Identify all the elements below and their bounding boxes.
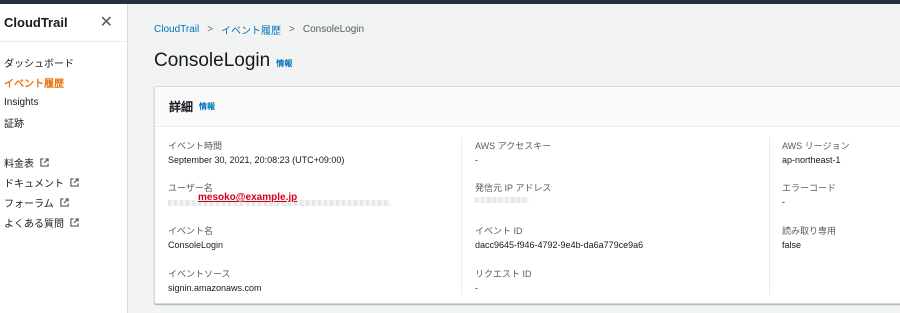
region-value: ap-northeast-1 [782, 155, 841, 165]
sidebar-header: CloudTrail ✕ [0, 4, 127, 42]
event-name-label: イベント名 [168, 226, 214, 236]
event-source-value: signin.amazonaws.com [168, 283, 262, 293]
event-source-label: イベントソース [168, 269, 231, 279]
sidebar-link-label: 料金表 [4, 158, 34, 170]
event-time-label: イベント時間 [168, 141, 223, 151]
source-ip-label: 発信元 IP アドレス [475, 183, 552, 193]
sidebar-item-event-history[interactable]: イベント履歴 [0, 72, 127, 92]
user-name-annotation: mesoko@example.jp [198, 192, 298, 203]
breadcrumb-link-event-history[interactable]: イベント履歴 [221, 22, 281, 37]
sidebar-link-faq[interactable]: よくある質問 [0, 212, 127, 232]
sidebar: CloudTrail ✕ ダッシュボード イベント履歴 Insights 証跡 … [0, 4, 128, 313]
sidebar-link-label: よくある質問 [4, 218, 64, 230]
event-time-value: September 30, 2021, 20:08:23 (UTC+09:00) [168, 155, 345, 165]
access-key-label: AWS アクセスキー [475, 141, 552, 151]
column-divider [461, 137, 462, 295]
external-link-icon [70, 177, 79, 187]
sidebar-title: CloudTrail [4, 15, 68, 30]
details-panel: 詳細 情報 イベント時間 September 30, 2021, 20:08:2… [154, 86, 900, 304]
request-id-value: - [475, 283, 478, 293]
region-label: AWS リージョン [782, 141, 850, 151]
error-code-value: - [782, 197, 785, 207]
sidebar-link-label: ドキュメント [4, 178, 64, 190]
page-info-link[interactable]: 情報 [276, 58, 292, 69]
external-link-icon [40, 157, 49, 167]
column-divider [769, 137, 770, 295]
read-only-label: 読み取り専用 [782, 226, 837, 236]
breadcrumb: CloudTrail > イベント履歴 > ConsoleLogin [154, 22, 364, 37]
breadcrumb-link-cloudtrail[interactable]: CloudTrail [154, 24, 199, 35]
panel-title: 詳細 [169, 100, 194, 114]
main-content: CloudTrail > イベント履歴 > ConsoleLogin Conso… [129, 4, 900, 313]
event-id-value: dacc9645-f946-4792-9e4b-da6a779ce9a6 [475, 240, 644, 250]
masked-source-ip-value [475, 197, 529, 203]
panel-info-link[interactable]: 情報 [199, 101, 215, 112]
sidebar-item-trails[interactable]: 証跡 [0, 112, 127, 132]
access-key-value: - [475, 155, 478, 165]
sidebar-link-pricing[interactable]: 料金表 [0, 152, 127, 172]
sidebar-item-dashboard[interactable]: ダッシュボード [0, 52, 127, 72]
event-id-label: イベント ID [475, 226, 523, 236]
sidebar-item-insights[interactable]: Insights [0, 92, 127, 112]
external-link-icon [70, 217, 79, 227]
breadcrumb-current: ConsoleLogin [302, 24, 365, 35]
chevron-right-icon: > [289, 24, 295, 35]
error-code-label: エラーコード [782, 183, 837, 193]
page-title: ConsoleLogin [154, 50, 271, 71]
read-only-value: false [782, 240, 802, 250]
sidebar-link-documentation[interactable]: ドキュメント [0, 172, 127, 192]
chevron-right-icon: > [207, 24, 214, 35]
sidebar-link-forums[interactable]: フォーラム [0, 192, 127, 212]
close-icon[interactable]: ✕ [100, 14, 113, 31]
external-link-icon [60, 197, 69, 207]
sidebar-nav: ダッシュボード イベント履歴 Insights 証跡 料金表 ドキュメント フォ… [0, 42, 127, 232]
page-header: ConsoleLogin 情報 [154, 50, 292, 72]
event-name-value: ConsoleLogin [168, 240, 224, 250]
panel-header: 詳細 情報 [155, 87, 900, 127]
request-id-label: リクエスト ID [475, 269, 532, 279]
sidebar-link-label: フォーラム [4, 198, 54, 210]
